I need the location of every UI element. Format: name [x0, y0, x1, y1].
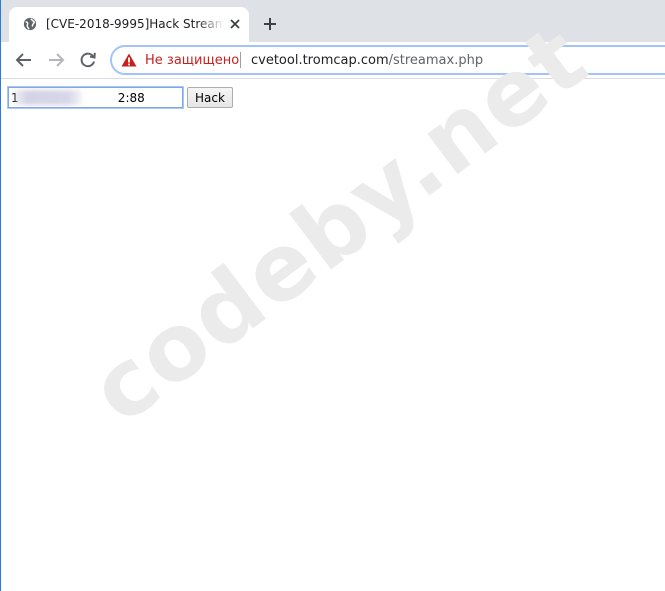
- url-path: /streamax.php: [388, 53, 484, 68]
- arrow-left-icon[interactable]: [14, 50, 34, 70]
- globe-icon: [23, 17, 37, 31]
- tab-strip: [CVE-2018-9995]Hack Streamax DVR: [1, 0, 665, 42]
- url-host: cvetool.tromcap.com: [251, 53, 389, 68]
- omnibox-divider: [240, 52, 241, 68]
- tab-title: [CVE-2018-9995]Hack Streamax DVR: [46, 17, 224, 31]
- toolbar: Не защищено cvetool.tromcap.com/streamax…: [1, 42, 665, 79]
- address-bar[interactable]: Не защищено cvetool.tromcap.com/streamax…: [110, 45, 665, 75]
- warning-triangle-icon[interactable]: [121, 53, 137, 67]
- url-text[interactable]: cvetool.tromcap.com/streamax.php: [251, 52, 483, 69]
- hack-button[interactable]: Hack: [187, 87, 233, 108]
- arrow-right-icon[interactable]: [46, 50, 66, 70]
- browser-window: [CVE-2018-9995]Hack Streamax DVR Не з: [0, 0, 665, 591]
- reload-icon[interactable]: [78, 50, 98, 70]
- close-icon[interactable]: [228, 17, 242, 31]
- plus-icon[interactable]: [259, 13, 281, 35]
- target-input[interactable]: [7, 86, 184, 109]
- tab-active[interactable]: [CVE-2018-9995]Hack Streamax DVR: [9, 7, 249, 42]
- page-content: codeby.net Hack: [1, 4, 665, 591]
- security-label[interactable]: Не защищено: [145, 52, 239, 69]
